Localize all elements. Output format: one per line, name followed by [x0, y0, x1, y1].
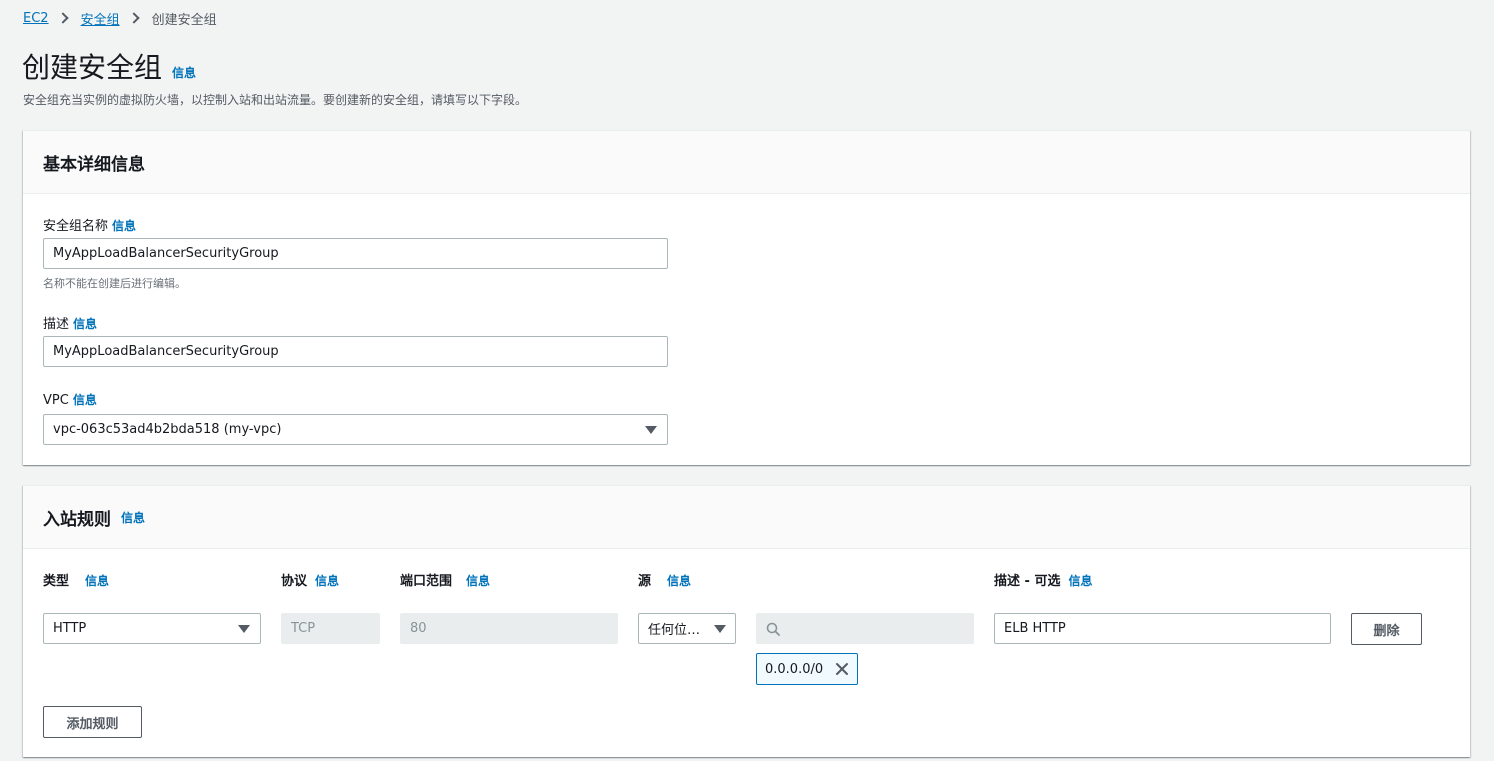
security-group-name-value: MyAppLoadBalancerSecurityGroup [53, 246, 279, 261]
description-input[interactable]: MyAppLoadBalancerSecurityGroup [43, 336, 668, 367]
column-protocol-info-link[interactable]: 信息 [315, 574, 339, 588]
column-protocol: 协议 信息 [281, 570, 339, 589]
vpc-select[interactable]: vpc-063c53ad4b2bda518 (my-vpc) [43, 414, 668, 445]
column-protocol-text: 协议 [281, 574, 308, 589]
chevron-right-icon [127, 12, 140, 24]
breadcrumb-ec2-link[interactable]: EC2 [23, 11, 49, 26]
basic-details-header: 基本详细信息 [23, 131, 1470, 194]
rule-source-value: 任何位… [648, 623, 701, 638]
security-group-name-input[interactable]: MyAppLoadBalancerSecurityGroup [43, 238, 668, 269]
column-port-range: 端口范围 信息 [400, 570, 490, 589]
rule-port-range-value: 80 [410, 621, 427, 636]
column-type: 类型 信息 [43, 570, 109, 589]
vpc-info-link[interactable]: 信息 [73, 393, 97, 407]
chevron-right-icon [56, 12, 69, 24]
rule-source-select[interactable]: 任何位… [638, 613, 736, 644]
vpc-label-text: VPC [43, 393, 69, 408]
rule-port-range-field: 80 [400, 613, 618, 644]
security-group-name-info-link[interactable]: 信息 [112, 219, 136, 233]
breadcrumb: EC2 安全组 创建安全组 [23, 8, 217, 28]
rule-type-select[interactable]: HTTP [43, 613, 261, 644]
inbound-rules-panel: 入站规则 信息 类型 信息 协议 信息 端口范围 信息 源信息 描述 - 可选 信息 H… [23, 485, 1470, 757]
page-title: 创建安全组 [22, 51, 163, 84]
page-description: 安全组充当实例的虚拟防火墙，以控制入站和出站流量。要创建新的安全组，请填写以下字… [23, 93, 528, 107]
inbound-rules-header: 入站规则 信息 [23, 486, 1470, 549]
description-info-link[interactable]: 信息 [73, 317, 97, 331]
basic-details-title: 基本详细信息 [43, 154, 145, 175]
cidr-token: 0.0.0.0/0 [756, 653, 858, 685]
column-port-range-info-link[interactable]: 信息 [466, 574, 490, 588]
search-icon [766, 622, 780, 636]
page-info-link[interactable]: 信息 [172, 64, 196, 81]
column-source-text: 源 [638, 574, 652, 589]
rule-description-input[interactable]: ELB HTTP [994, 613, 1331, 644]
breadcrumb-security-groups-link[interactable]: 安全组 [81, 9, 120, 28]
inbound-rules-info-link[interactable]: 信息 [121, 509, 145, 526]
column-description-text: 描述 - 可选 [994, 574, 1061, 589]
vpc-label: VPC 信息 [43, 391, 97, 408]
column-source: 源 信息 [638, 570, 691, 589]
column-port-range-text: 端口范围 [400, 574, 453, 589]
breadcrumb-current: 创建安全组 [151, 12, 217, 28]
column-type-text: 类型 [43, 574, 70, 589]
column-source-info-link[interactable]: 信息 [667, 574, 691, 588]
security-group-name-label-text: 安全组名称 [43, 219, 109, 234]
column-type-info-link[interactable]: 信息 [85, 574, 109, 588]
basic-details-panel: 基本详细信息 安全组名称 信息 MyAppLoadBalancerSecurity… [23, 130, 1470, 465]
security-group-name-label: 安全组名称 信息 [43, 215, 136, 234]
rule-type-value: HTTP [53, 621, 87, 636]
delete-rule-button[interactable]: 删除 [1351, 613, 1422, 645]
column-description: 描述 - 可选 信息 [994, 570, 1092, 589]
caret-down-icon [238, 625, 250, 633]
page-header: 创建安全组 信息 [22, 46, 196, 86]
add-rule-button[interactable]: 添加规则 [43, 706, 142, 738]
description-value: MyAppLoadBalancerSecurityGroup [53, 344, 279, 359]
inbound-rules-title: 入站规则 [43, 509, 111, 530]
caret-down-icon [645, 426, 657, 434]
rule-source-search-input[interactable] [756, 613, 974, 644]
vpc-select-value: vpc-063c53ad4b2bda518 (my-vpc) [53, 422, 282, 437]
caret-down-icon [714, 625, 726, 633]
security-group-name-hint: 名称不能在创建后进行编辑。 [43, 277, 186, 290]
rule-protocol-field: TCP [281, 613, 380, 644]
column-description-info-link[interactable]: 信息 [1068, 574, 1092, 588]
close-icon[interactable] [835, 662, 849, 676]
description-label-text: 描述 [43, 317, 70, 332]
description-label: 描述 信息 [43, 313, 97, 332]
rule-description-value: ELB HTTP [1004, 621, 1066, 636]
rule-protocol-value: TCP [291, 621, 316, 636]
cidr-token-value: 0.0.0.0/0 [765, 661, 824, 677]
